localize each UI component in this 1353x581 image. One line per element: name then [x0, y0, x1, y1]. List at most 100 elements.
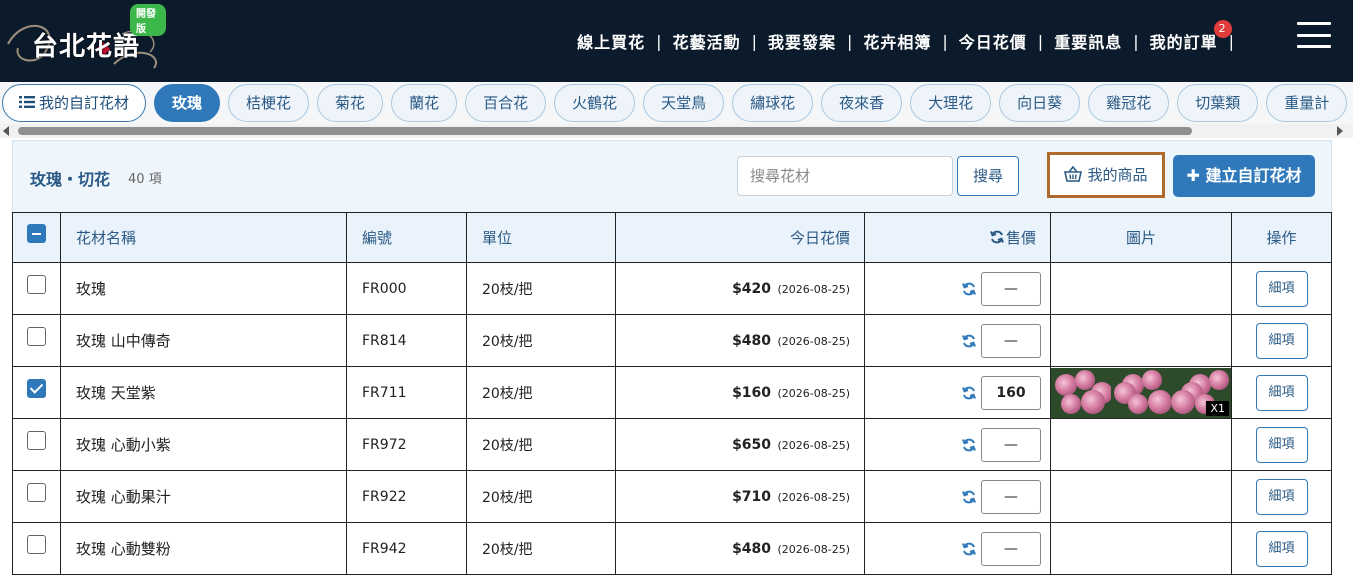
cell-ops: 細項 [1231, 366, 1332, 419]
scrollbar-thumb[interactable] [18, 127, 1192, 135]
sale-price-input[interactable]: 160 [981, 375, 1041, 410]
top-header: 台北花語 開發版 線上買花 | 花藝活動 | 我要發案 | 花卉相簿 | 今日花… [0, 0, 1353, 82]
table-row: 玫瑰 天堂紫 FR711 20枝/把 $160 (2026-08-25) 160… [12, 366, 1332, 419]
nav-floral-events[interactable]: 花藝活動 [673, 29, 741, 53]
detail-button[interactable]: 細項 [1255, 478, 1308, 515]
create-custom-material-button[interactable]: ✚ 建立自訂花材 [1173, 155, 1315, 197]
row-checkbox[interactable] [27, 275, 46, 294]
category-tabs: 我的自訂花材 玫瑰 桔梗花 菊花 蘭花 百合花 火鶴花 天堂鳥 繡球花 夜來香 … [2, 84, 1353, 122]
logo-text: 台北花語 [32, 32, 141, 62]
search-button[interactable]: 搜尋 [957, 156, 1019, 196]
nav-separator: | [846, 31, 853, 51]
refresh-price-icon[interactable] [962, 386, 976, 400]
tab-bird-of-paradise[interactable]: 天堂鳥 [643, 84, 725, 122]
sale-price-input[interactable]: — [981, 479, 1041, 514]
cell-name: 玫瑰 [60, 262, 347, 315]
rose-bloom [1142, 369, 1162, 390]
cell-sale: 160 [864, 366, 1051, 419]
row-checkbox[interactable] [27, 327, 46, 346]
select-all-checkbox[interactable] [27, 224, 46, 243]
tab-anthurium[interactable]: 火鶴花 [554, 84, 636, 122]
refresh-price-icon[interactable] [962, 438, 976, 452]
table-body: 玫瑰 FR000 20枝/把 $420 (2026-08-25) — 細項 玫瑰… [12, 262, 1332, 575]
cell-unit: 20枝/把 [466, 470, 616, 523]
refresh-price-icon[interactable] [962, 490, 976, 504]
row-checkbox[interactable] [27, 431, 46, 450]
scroll-left-icon[interactable] [3, 126, 9, 136]
tab-by-weight[interactable]: 重量計 [1266, 84, 1348, 122]
nav-buy-flowers[interactable]: 線上買花 [577, 29, 645, 53]
refresh-price-icon[interactable] [962, 282, 976, 296]
cell-unit: 20枝/把 [466, 522, 616, 575]
table-header-row: 花材名稱 編號 單位 今日花價 售價 圖片 操作 [12, 212, 1332, 263]
product-image-thumbnails[interactable]: X1 [1051, 367, 1231, 418]
tab-sunflower[interactable]: 向日葵 [999, 84, 1081, 122]
nav-today-prices[interactable]: 今日花價 [959, 29, 1027, 53]
row-checkbox-cell [12, 418, 61, 471]
col-header-price: 今日花價 [615, 212, 865, 263]
cell-image [1050, 418, 1232, 471]
row-checkbox-cell [12, 470, 61, 523]
plus-icon: ✚ [1186, 166, 1200, 185]
cell-name: 玫瑰 天堂紫 [60, 366, 347, 419]
tab-rose[interactable]: 玫瑰 [154, 84, 221, 122]
rose-bloom [1209, 369, 1229, 390]
cell-name: 玫瑰 山中傳奇 [60, 314, 347, 367]
col-header-ops: 操作 [1231, 212, 1332, 263]
cell-unit: 20枝/把 [466, 418, 616, 471]
sale-price-input[interactable]: — [981, 323, 1041, 358]
nav-separator: | [656, 31, 662, 51]
row-checkbox[interactable] [27, 483, 46, 502]
tab-cut-foliage[interactable]: 切葉類 [1177, 84, 1259, 122]
sale-price-input[interactable]: — [981, 271, 1041, 306]
detail-button[interactable]: 細項 [1255, 530, 1308, 567]
cell-image: X1 [1050, 366, 1232, 419]
col-header-sale: 售價 [864, 212, 1051, 263]
tab-night-jasmine[interactable]: 夜來香 [821, 84, 903, 122]
tab-chrysanthemum[interactable]: 菊花 [317, 84, 384, 122]
cell-code: FR942 [346, 522, 467, 575]
cell-ops: 細項 [1231, 314, 1332, 367]
detail-button[interactable]: 細項 [1255, 270, 1308, 307]
price-value: $160 [732, 384, 772, 401]
nav-post-job[interactable]: 我要發案 [768, 29, 836, 53]
cell-image [1050, 314, 1232, 367]
tab-eustoma[interactable]: 桔梗花 [228, 84, 310, 122]
price-value: $480 [732, 540, 772, 557]
detail-button[interactable]: 細項 [1255, 374, 1308, 411]
my-products-button[interactable]: 我的商品 [1047, 152, 1165, 198]
detail-button[interactable]: 細項 [1255, 322, 1308, 359]
sale-price-input[interactable]: — [981, 427, 1041, 462]
cell-sale: — [864, 314, 1051, 367]
refresh-all-icon[interactable] [990, 230, 1004, 244]
table-row: 玫瑰 山中傳奇 FR814 20枝/把 $480 (2026-08-25) — … [12, 314, 1332, 367]
row-checkbox[interactable] [27, 535, 46, 554]
refresh-price-icon[interactable] [962, 542, 976, 556]
search-input[interactable] [737, 156, 953, 196]
nav-my-orders[interactable]: 我的訂單 2 [1150, 20, 1232, 53]
cell-name: 玫瑰 心動雙粉 [60, 522, 347, 575]
tab-my-custom-materials[interactable]: 我的自訂花材 [2, 84, 147, 122]
site-logo[interactable]: 台北花語 開發版 [4, 4, 166, 74]
row-checkbox-cell [12, 366, 61, 419]
row-checkbox[interactable] [27, 379, 46, 398]
scroll-right-icon[interactable] [1337, 126, 1343, 136]
rose-thumbnail-image [1051, 367, 1111, 418]
price-value: $480 [732, 332, 772, 349]
sale-price-input[interactable]: — [981, 531, 1041, 566]
nav-important-news[interactable]: 重要訊息 [1054, 29, 1122, 53]
tabs-scrollbar[interactable] [0, 124, 1353, 138]
detail-button[interactable]: 細項 [1255, 426, 1308, 463]
price-value: $650 [732, 436, 772, 453]
cell-code: FR000 [346, 262, 467, 315]
nav-flower-album[interactable]: 花卉相簿 [863, 29, 931, 53]
materials-table: 花材名稱 編號 單位 今日花價 售價 圖片 操作 玫瑰 FR000 20枝/把 … [12, 212, 1332, 575]
refresh-price-icon[interactable] [962, 334, 976, 348]
tab-dahlia[interactable]: 大理花 [910, 84, 992, 122]
tab-orchid[interactable]: 蘭花 [391, 84, 458, 122]
tab-celosia[interactable]: 雞冠花 [1088, 84, 1170, 122]
tab-lily[interactable]: 百合花 [465, 84, 547, 122]
hamburger-menu-icon[interactable] [1297, 22, 1331, 48]
rose-thumbnail-image [1111, 367, 1171, 418]
tab-hydrangea[interactable]: 繡球花 [732, 84, 814, 122]
